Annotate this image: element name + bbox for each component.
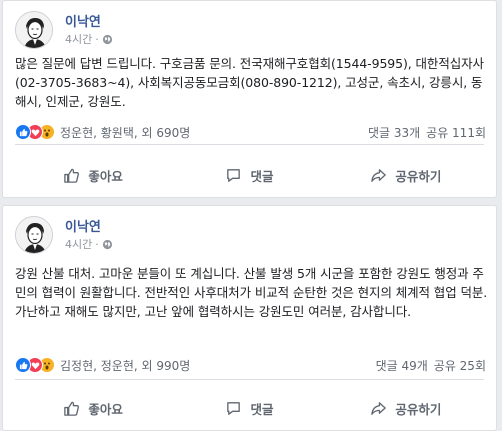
action-bar: 좋아요 댓글 공유하기 [15,392,484,424]
engagement-counts: 댓글 49개 공유 25회 [376,357,486,374]
post-text: 많은 질문에 답변 드립니다. 구호금품 문의. 전국재해구호협회(1544-9… [15,56,484,109]
divider [15,379,484,380]
reaction-icons[interactable] [15,357,55,373]
thumbs-up-icon [64,401,80,416]
comment-button[interactable]: 댓글 [171,392,327,424]
divider [15,144,484,145]
reactors-text[interactable]: 정운현, 황원택, 외 690명 [60,124,190,141]
post-meta: 4시간 · [65,236,113,252]
post-stats: 김정현, 정운현, 외 990명 댓글 49개 공유 25회 [15,356,486,374]
comment-count[interactable]: 댓글 49개 [376,357,428,374]
speech-bubble-icon [227,401,241,415]
post-meta: 4시간 · [65,31,113,47]
speech-bubble-icon [227,168,241,182]
like-button[interactable]: 좋아요 [15,159,171,191]
post-text: 강원 산불 대처. 고마운 분들이 또 계십니다. 산불 발생 5개 시군을 포… [15,266,488,319]
share-label: 공유하기 [395,168,442,184]
thumbs-up-icon [64,168,80,183]
like-button[interactable]: 좋아요 [15,392,171,424]
like-label: 좋아요 [88,168,123,184]
post-time[interactable]: 4시간 [65,31,92,47]
post-author[interactable]: 이낙연 [65,216,101,235]
post-author[interactable]: 이낙연 [65,11,101,30]
action-bar: 좋아요 댓글 공유하기 [15,159,484,191]
share-count[interactable]: 공유 25회 [434,357,486,374]
comment-button[interactable]: 댓글 [171,159,327,191]
like-label: 좋아요 [88,401,123,417]
share-arrow-icon [371,168,387,182]
reactors-text[interactable]: 김정현, 정운현, 외 990명 [60,357,190,374]
like-icon [15,124,31,140]
avatar[interactable] [15,216,53,254]
post-stats: 정운현, 황원택, 외 690명 댓글 33개 공유 111회 [15,123,486,141]
share-count[interactable]: 공유 111회 [426,124,486,141]
share-button[interactable]: 공유하기 [328,392,484,424]
comment-label: 댓글 [250,401,274,417]
globe-icon [102,239,112,249]
share-label: 공유하기 [395,401,442,417]
share-button[interactable]: 공유하기 [328,159,484,191]
globe-icon [102,34,112,44]
comment-count[interactable]: 댓글 33개 [368,124,420,141]
post-card: 이낙연 4시간 · 많은 질문에 답변 드립니다. 구호금품 문의. 전국재해구… [2,0,497,198]
post-card: 이낙연 4시간 · 강원 산불 대처. 고마운 분들이 또 계십니다. 산불 발… [2,205,497,431]
comment-label: 댓글 [250,168,274,184]
engagement-counts: 댓글 33개 공유 111회 [368,124,486,141]
reaction-icons[interactable] [15,124,55,140]
post-time[interactable]: 4시간 [65,236,92,252]
avatar[interactable] [15,11,53,49]
like-icon [15,357,31,373]
share-arrow-icon [371,401,387,415]
